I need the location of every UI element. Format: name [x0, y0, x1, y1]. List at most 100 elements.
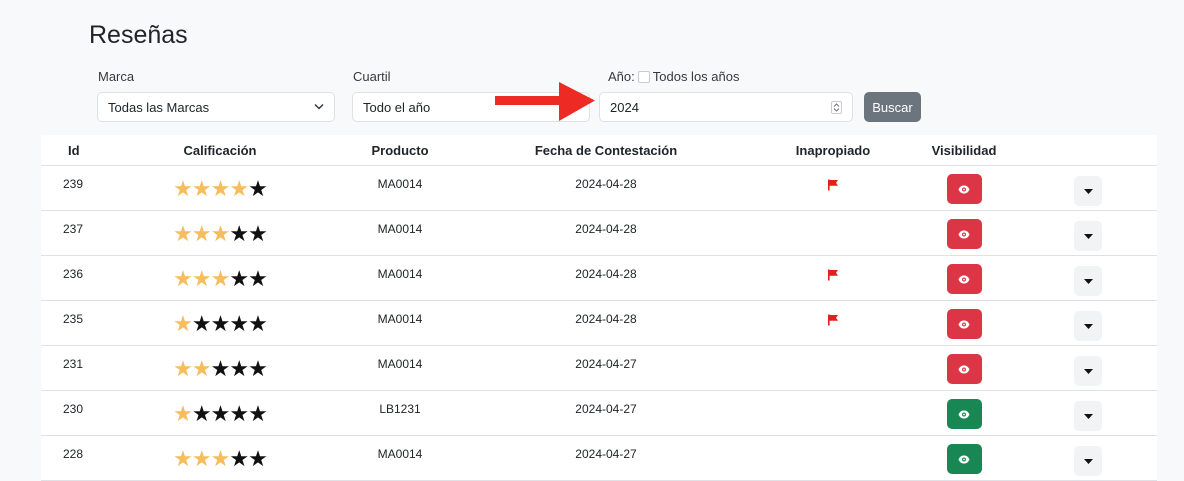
visibility-toggle-button[interactable]: [946, 219, 982, 249]
cell-visibility: [909, 345, 1019, 391]
visibility-toggle-button[interactable]: [946, 264, 982, 294]
cell-date: 2024-04-28: [455, 300, 757, 346]
col-header-inappropriate[interactable]: Inapropiado: [757, 135, 909, 166]
star-filled-icon: ★: [173, 356, 193, 381]
row-dropdown-button[interactable]: [1074, 356, 1102, 386]
eye-icon: [958, 365, 970, 374]
star-rating: ★ ★ ★ ★ ★: [173, 356, 268, 381]
eye-icon: [958, 275, 970, 284]
star-empty-icon: ★: [248, 221, 268, 246]
product-code: LB1231: [379, 402, 421, 416]
cell-date: 2024-04-28: [455, 255, 757, 301]
cell-rating: ★ ★ ★ ★ ★: [95, 210, 345, 256]
caret-down-icon: [1083, 413, 1093, 419]
cell-actions: [1019, 300, 1157, 346]
star-empty-icon: ★: [210, 311, 231, 336]
row-dropdown-button[interactable]: [1074, 401, 1102, 431]
cell-product: MA0014: [345, 435, 455, 481]
table-row: 231 ★ ★ ★ ★ ★ MA0014 2024-04-27: [41, 345, 1157, 391]
review-id: 230: [63, 402, 84, 416]
cuartil-label: Cuartil: [353, 69, 391, 84]
row-dropdown-button[interactable]: [1074, 266, 1102, 296]
anio-input-value: 2024: [610, 99, 639, 115]
cell-id: 239: [41, 165, 95, 211]
star-empty-icon: ★: [191, 401, 212, 426]
star-filled-icon: ★: [210, 221, 231, 246]
visibility-toggle-button[interactable]: [946, 399, 982, 429]
star-rating: ★ ★ ★ ★ ★: [173, 446, 268, 471]
star-filled-icon: ★: [191, 446, 212, 471]
star-rating: ★ ★ ★ ★ ★: [173, 401, 268, 426]
star-filled-icon: ★: [229, 176, 249, 201]
table-row: 236 ★ ★ ★ ★ ★ MA0014 2024-04-28: [41, 255, 1157, 301]
star-empty-icon: ★: [229, 221, 249, 246]
search-button[interactable]: Buscar: [864, 92, 921, 122]
table-row: 228 ★ ★ ★ ★ ★ MA0014 2024-04-27: [41, 435, 1157, 481]
col-header-date[interactable]: Fecha de Contestación: [455, 135, 757, 166]
col-header-id[interactable]: Id: [41, 135, 95, 166]
star-filled-icon: ★: [210, 446, 231, 471]
cell-visibility: [909, 390, 1019, 436]
star-filled-icon: ★: [191, 221, 212, 246]
row-dropdown-button[interactable]: [1074, 446, 1102, 476]
star-filled-icon: ★: [210, 176, 231, 201]
star-empty-icon: ★: [248, 401, 268, 426]
visibility-toggle-button[interactable]: [946, 309, 982, 339]
cell-inappropriate: [757, 210, 909, 256]
cell-date: 2024-04-27: [455, 435, 757, 481]
star-filled-icon: ★: [191, 176, 212, 201]
cell-product: LB1231: [345, 390, 455, 436]
row-dropdown-button[interactable]: [1074, 221, 1102, 251]
all-years-checkbox[interactable]: [637, 71, 650, 83]
star-filled-icon: ★: [191, 266, 212, 291]
cell-product: MA0014: [345, 300, 455, 346]
cell-rating: ★ ★ ★ ★ ★: [95, 390, 345, 436]
answer-date: 2024-04-28: [575, 177, 637, 191]
review-id: 236: [63, 267, 84, 281]
star-empty-icon: ★: [248, 311, 268, 336]
visibility-toggle-button[interactable]: [946, 444, 982, 474]
caret-down-icon: [1083, 323, 1093, 329]
anio-input[interactable]: 2024: [599, 92, 853, 122]
visibility-toggle-button[interactable]: [946, 174, 982, 204]
col-header-product[interactable]: Producto: [345, 135, 455, 166]
cell-id: 237: [41, 210, 95, 256]
eye-icon: [958, 455, 970, 464]
col-header-visibility[interactable]: Visibilidad: [909, 135, 1019, 166]
caret-down-icon: [1083, 368, 1093, 374]
answer-date: 2024-04-28: [575, 267, 637, 281]
cell-visibility: [909, 300, 1019, 346]
table-row: 237 ★ ★ ★ ★ ★ MA0014 2024-04-28: [41, 210, 1157, 256]
star-empty-icon: ★: [229, 311, 249, 336]
cell-inappropriate: [757, 345, 909, 391]
product-code: MA0014: [377, 267, 423, 281]
cell-actions: [1019, 210, 1157, 256]
star-empty-icon: ★: [229, 266, 249, 291]
visibility-toggle-button[interactable]: [946, 354, 982, 384]
review-id: 228: [63, 447, 84, 461]
chevron-down-icon: [314, 102, 324, 113]
star-filled-icon: ★: [173, 311, 193, 336]
cell-rating: ★ ★ ★ ★ ★: [95, 435, 345, 481]
number-spinner-icon[interactable]: [831, 100, 842, 114]
star-filled-icon: ★: [210, 266, 231, 291]
product-code: MA0014: [377, 222, 423, 236]
table-row: 239 ★ ★ ★ ★ ★ MA0014 2024-04-28: [41, 165, 1157, 211]
caret-down-icon: [1083, 458, 1093, 464]
cell-rating: ★ ★ ★ ★ ★: [95, 255, 345, 301]
eye-icon: [958, 185, 970, 194]
star-filled-icon: ★: [173, 266, 193, 291]
cell-inappropriate: [757, 255, 909, 301]
row-dropdown-button[interactable]: [1074, 311, 1102, 341]
cell-rating: ★ ★ ★ ★ ★: [95, 165, 345, 211]
cell-visibility: [909, 165, 1019, 211]
row-dropdown-button[interactable]: [1074, 176, 1102, 206]
col-header-rating[interactable]: Calificación: [95, 135, 345, 166]
marca-select-value: Todas las Marcas: [108, 99, 210, 115]
star-empty-icon: ★: [229, 401, 249, 426]
review-id: 239: [63, 177, 84, 191]
star-rating: ★ ★ ★ ★ ★: [173, 176, 268, 201]
cell-id: 231: [41, 345, 95, 391]
star-rating: ★ ★ ★ ★ ★: [173, 266, 268, 291]
marca-select[interactable]: Todas las Marcas: [97, 92, 335, 122]
